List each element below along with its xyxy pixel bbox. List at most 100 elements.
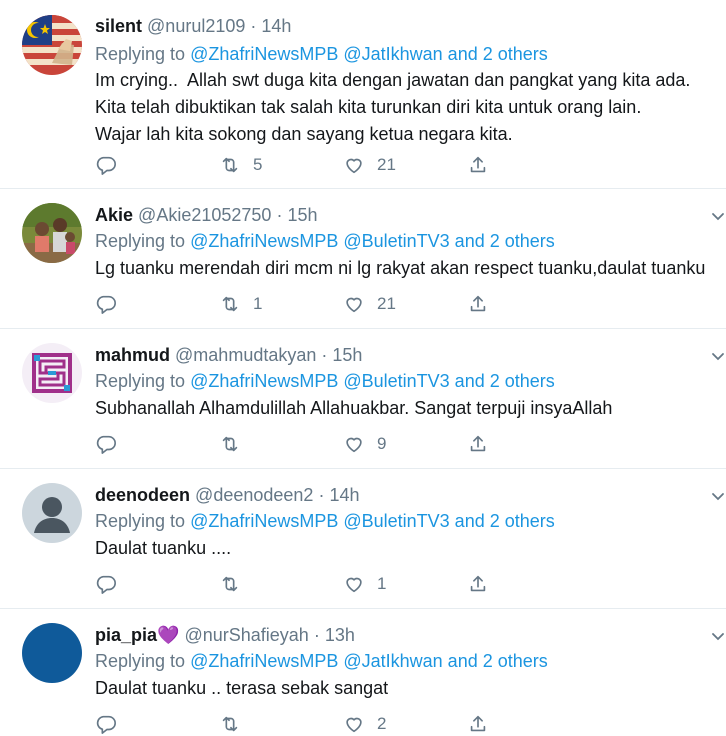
- tweet-actions: 2: [95, 712, 515, 736]
- chevron-down-icon[interactable]: [710, 209, 726, 225]
- tweet-header: mahmud @mahmudtakyan · 15h: [95, 345, 362, 366]
- avatar[interactable]: [22, 203, 82, 263]
- retweet-count: 1: [253, 294, 263, 313]
- separator-dot: ·: [321, 345, 328, 365]
- tweet-text: Lg tuanku merendah diri mcm ni lg rakyat…: [95, 258, 706, 278]
- heart-icon: [346, 577, 362, 593]
- reply-button[interactable]: [95, 432, 117, 456]
- like-count: 1: [377, 574, 387, 593]
- timestamp[interactable]: 13h: [325, 625, 355, 645]
- separator-dot: ·: [276, 205, 283, 225]
- tweet[interactable]: mahmud @mahmudtakyan · 15h Replying to @…: [0, 329, 726, 469]
- reply-button[interactable]: [95, 292, 117, 316]
- heart-icon: [346, 158, 362, 174]
- user-handle[interactable]: @nurShafieyah: [184, 625, 308, 645]
- display-name[interactable]: pia_pia: [95, 625, 157, 645]
- avatar[interactable]: [22, 623, 82, 683]
- retweet-icon: [222, 716, 238, 732]
- retweet-icon: [222, 436, 238, 452]
- heart-icon: [346, 717, 362, 733]
- share-button[interactable]: [467, 432, 489, 456]
- mention-links[interactable]: @ZhafriNewsMPB @BuletinTV3 and 2 others: [190, 371, 555, 391]
- timestamp[interactable]: 14h: [329, 485, 359, 505]
- reply-icon: [96, 715, 116, 734]
- reply-button[interactable]: [95, 712, 117, 736]
- separator-dot: ·: [318, 485, 325, 505]
- tweet[interactable]: pia_pia💜 @nurShafieyah · 13h Replying to…: [0, 609, 726, 734]
- kufic-calligraphy-avatar-icon: [22, 343, 82, 403]
- purple-heart-emoji: 💜: [157, 625, 180, 645]
- share-icon: [470, 575, 486, 592]
- tweet-text: Im crying.. Allah swt duga kita dengan j…: [95, 70, 691, 144]
- replying-to: Replying to @ZhafriNewsMPB @BuletinTV3 a…: [95, 231, 555, 252]
- like-button[interactable]: 9: [343, 432, 386, 456]
- timestamp[interactable]: 14h: [261, 16, 291, 36]
- display-name[interactable]: mahmud: [95, 345, 170, 365]
- share-icon: [470, 156, 486, 173]
- timestamp[interactable]: 15h: [287, 205, 317, 225]
- tweet-actions: 1: [95, 572, 515, 596]
- retweet-button[interactable]: 1: [219, 292, 262, 316]
- chevron-down-icon[interactable]: [710, 489, 726, 505]
- retweet-button[interactable]: [219, 432, 253, 456]
- avatar[interactable]: [22, 343, 82, 403]
- tweet[interactable]: silent @nurul2109 · 14h Replying to @Zha…: [0, 0, 726, 189]
- avatar[interactable]: [22, 483, 82, 543]
- retweet-icon: [222, 296, 238, 312]
- like-count: 2: [377, 714, 387, 733]
- user-handle[interactable]: @mahmudtakyan: [175, 345, 316, 365]
- tweet-actions: 1 21: [95, 292, 515, 316]
- like-button[interactable]: 21: [343, 153, 396, 177]
- tweet[interactable]: deenodeen @deenodeen2 · 14h Replying to …: [0, 469, 726, 609]
- share-button[interactable]: [467, 712, 489, 736]
- user-handle[interactable]: @nurul2109: [147, 16, 245, 36]
- retweet-icon: [222, 576, 238, 592]
- tweet-header: Akie @Akie21052750 · 15h: [95, 205, 318, 226]
- tweet-text: Daulat tuanku ....: [95, 538, 232, 558]
- share-icon: [470, 715, 486, 732]
- mention-links[interactable]: @ZhafriNewsMPB @BuletinTV3 and 2 others: [190, 231, 555, 251]
- timestamp[interactable]: 15h: [332, 345, 362, 365]
- tweet[interactable]: Akie @Akie21052750 · 15h Replying to @Zh…: [0, 189, 726, 329]
- share-icon: [470, 435, 486, 452]
- chevron-down-icon[interactable]: [710, 349, 726, 365]
- display-name[interactable]: silent: [95, 16, 142, 36]
- retweet-count: 5: [253, 155, 263, 174]
- retweet-button[interactable]: 5: [219, 153, 262, 177]
- user-handle[interactable]: @Akie21052750: [138, 205, 271, 225]
- like-button[interactable]: 21: [343, 292, 396, 316]
- tweet-header: pia_pia💜 @nurShafieyah · 13h: [95, 625, 355, 646]
- mention-links[interactable]: @ZhafriNewsMPB @JatIkhwan and 2 others: [190, 44, 548, 64]
- display-name[interactable]: deenodeen: [95, 485, 190, 505]
- share-button[interactable]: [467, 572, 489, 596]
- share-button[interactable]: [467, 292, 489, 316]
- separator-dot: ·: [250, 16, 257, 36]
- replying-to-label: Replying to: [95, 371, 191, 391]
- display-name[interactable]: Akie: [95, 205, 133, 225]
- like-button[interactable]: 2: [343, 712, 386, 736]
- replying-to-label: Replying to: [95, 231, 191, 251]
- kids-photo-avatar-icon: [22, 203, 82, 263]
- avatar[interactable]: [22, 15, 82, 75]
- mention-links[interactable]: @ZhafriNewsMPB @BuletinTV3 and 2 others: [190, 511, 555, 531]
- retweet-icon: [222, 157, 238, 173]
- reply-button[interactable]: [95, 572, 117, 596]
- reply-icon: [96, 435, 116, 454]
- retweet-button[interactable]: [219, 572, 253, 596]
- tweet-actions: 9: [95, 432, 515, 456]
- tweet-text: Daulat tuanku .. terasa sebak sangat: [95, 678, 389, 698]
- chevron-down-icon[interactable]: [710, 629, 726, 645]
- reply-icon: [96, 575, 116, 594]
- heart-icon: [346, 297, 362, 313]
- reply-icon: [96, 295, 116, 314]
- replying-to-label: Replying to: [95, 511, 191, 531]
- reply-button[interactable]: [95, 153, 117, 177]
- mention-links[interactable]: @ZhafriNewsMPB @JatIkhwan and 2 others: [190, 651, 548, 671]
- user-handle[interactable]: @deenodeen2: [195, 485, 313, 505]
- blue-circle-avatar-icon: [22, 623, 82, 683]
- retweet-button[interactable]: [219, 712, 253, 736]
- share-button[interactable]: [467, 153, 489, 177]
- like-button[interactable]: 1: [343, 572, 386, 596]
- default-user-avatar-icon: [22, 483, 82, 543]
- share-icon: [470, 295, 486, 312]
